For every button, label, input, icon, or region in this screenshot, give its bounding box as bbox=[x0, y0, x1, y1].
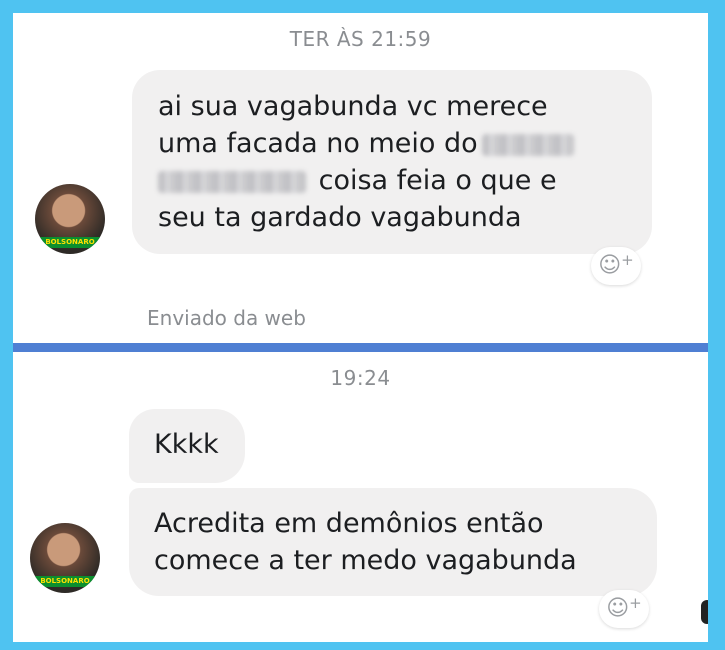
plus-icon: + bbox=[621, 251, 634, 269]
message-line: seu ta gardado vagabunda bbox=[158, 202, 522, 233]
timestamp: TER ÀS 21:59 bbox=[289, 27, 432, 51]
add-reaction-button[interactable]: ☺+ bbox=[591, 247, 641, 285]
smiley-icon: ☺ bbox=[606, 596, 630, 621]
timestamp: 19:24 bbox=[330, 366, 391, 390]
message-bubble[interactable]: ai sua vagabunda vc merece uma facada no… bbox=[132, 70, 652, 254]
plus-icon: + bbox=[629, 594, 642, 612]
avatar[interactable]: BOLSONARO bbox=[30, 523, 100, 593]
message-line: uma facada no meio do bbox=[158, 125, 652, 162]
smiley-icon: ☺ bbox=[598, 253, 622, 278]
message-line: coisa feia o que e bbox=[158, 162, 652, 199]
sent-via-label: Enviado da web bbox=[147, 306, 306, 330]
scroll-indicator bbox=[701, 600, 708, 624]
avatar-banner-text: BOLSONARO bbox=[45, 238, 95, 246]
conversation-panel-top: TER ÀS 21:59 ai sua vagabunda vc merece … bbox=[13, 13, 708, 343]
redacted-text bbox=[158, 170, 306, 193]
avatar[interactable]: BOLSONARO bbox=[35, 184, 105, 254]
message-bubble[interactable]: Kkkk bbox=[129, 409, 245, 483]
message-line: comece a ter medo vagabunda bbox=[154, 545, 577, 576]
conversation-panel-bottom: 19:24 Kkkk Acredita em demônios então co… bbox=[13, 352, 708, 642]
divider bbox=[13, 343, 708, 352]
add-reaction-button[interactable]: ☺+ bbox=[599, 590, 649, 628]
message-text: Kkkk bbox=[154, 429, 219, 460]
message-bubble[interactable]: Acredita em demônios então comece a ter … bbox=[129, 488, 657, 596]
message-line: Acredita em demônios então bbox=[154, 508, 544, 539]
message-line: ai sua vagabunda vc merece bbox=[158, 91, 548, 122]
avatar-banner-text: BOLSONARO bbox=[40, 577, 90, 585]
redacted-text bbox=[481, 133, 574, 156]
